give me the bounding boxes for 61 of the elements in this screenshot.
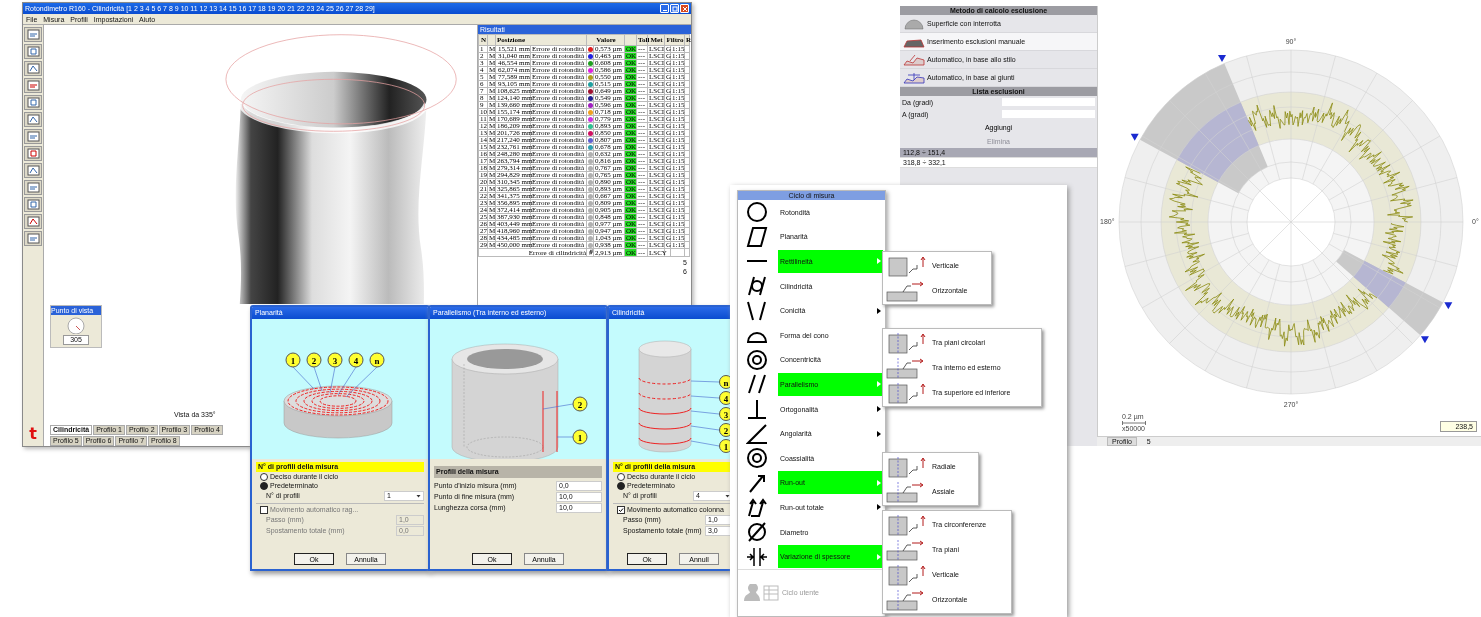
tolerance-symbol-icon — [746, 545, 768, 568]
maximize-icon — [671, 5, 678, 12]
tolerance-symbol-icon — [746, 373, 768, 396]
toolbar-button[interactable] — [24, 78, 42, 93]
logo: t — [29, 426, 37, 442]
toolbar-button[interactable] — [24, 129, 42, 144]
toolbar-button[interactable] — [24, 197, 42, 212]
close-icon — [681, 5, 688, 12]
tolerance-symbol-icon — [746, 201, 768, 224]
tolerance-symbol-icon — [746, 422, 768, 445]
toolbar-button[interactable] — [24, 180, 42, 195]
radio-button[interactable] — [617, 473, 625, 481]
toolbar-button[interactable] — [24, 214, 42, 229]
tolerance-symbol-icon — [746, 496, 768, 519]
leader-line — [542, 403, 574, 410]
leader-line — [690, 425, 720, 431]
number-callout: 1 — [285, 352, 301, 368]
input-field[interactable] — [1002, 110, 1095, 118]
cylindricity-icon — [588, 249, 594, 255]
toolbar-button[interactable] — [24, 95, 42, 110]
sector-marker-icon[interactable] — [1130, 133, 1139, 141]
toolbar-button[interactable] — [24, 163, 42, 178]
dropdown-arrow-icon — [416, 494, 421, 498]
checkbox[interactable] — [617, 506, 625, 514]
method-icon — [903, 71, 925, 84]
sector-marker-icon[interactable] — [1444, 302, 1453, 310]
toolbar-button[interactable] — [24, 112, 42, 127]
tolerance-symbol-icon — [746, 447, 768, 470]
dropdown-arrow-icon — [725, 494, 730, 498]
tolerance-symbol-icon — [746, 259, 768, 264]
tolerance-symbol-icon — [746, 348, 768, 371]
tolerance-symbol-icon — [746, 521, 768, 543]
toolbar-button[interactable] — [24, 27, 42, 42]
toolbar-button[interactable] — [24, 231, 42, 246]
method-icon — [903, 17, 925, 30]
leader-line — [690, 440, 720, 447]
leader-line — [690, 395, 720, 399]
input-field[interactable] — [1002, 98, 1095, 106]
tolerance-symbol-icon — [746, 275, 768, 298]
close-button[interactable] — [680, 4, 689, 13]
tolerance-symbol-icon — [746, 398, 768, 421]
dial-icon[interactable] — [65, 316, 87, 334]
leader-line — [690, 410, 720, 415]
toolbar-button[interactable] — [24, 146, 42, 161]
number-callout: 4 — [348, 352, 364, 368]
toolbar-button[interactable] — [24, 61, 42, 76]
leader-line — [690, 380, 720, 383]
minimize-button[interactable] — [660, 4, 669, 13]
toolbar-button[interactable] — [24, 44, 42, 59]
number-callout: 3 — [327, 352, 343, 368]
scale-bar-icon — [1122, 421, 1146, 425]
tolerance-symbol-icon — [746, 225, 768, 248]
number-callout: 2 — [306, 352, 322, 368]
number-callout: 2 — [572, 396, 588, 412]
maximize-button[interactable] — [670, 4, 679, 13]
leader-line — [556, 436, 574, 438]
method-icon — [903, 53, 925, 66]
number-callout: 1 — [572, 429, 588, 445]
number-callout: n — [369, 352, 385, 368]
radio-button[interactable] — [617, 482, 625, 490]
tolerance-symbol-icon — [746, 299, 768, 322]
